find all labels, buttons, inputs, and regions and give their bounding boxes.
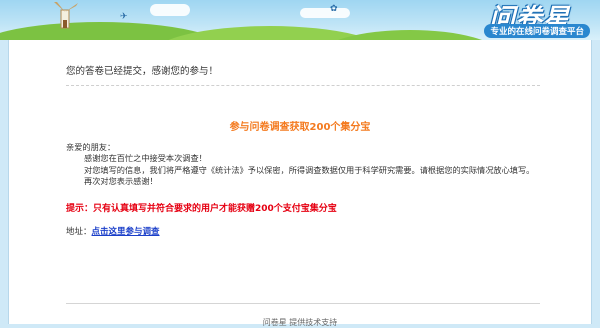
header-banner: ✈ ✿ 问卷星 专业的在线问卷调查平台 [0,0,600,40]
content-panel: 您的答卷已经提交，感谢您的参与！ 参与问卷调查获取200个集分宝 亲爱的朋友： … [8,40,592,327]
letter-line: 再次对您表示感谢！ [84,176,158,187]
divider [66,85,540,86]
letter-line: 感谢您在百忙之中接受本次调查！ [84,153,207,164]
letter-greeting: 亲爱的朋友： [66,142,116,152]
address-row: 地址：点击这里参与调查 [66,225,160,237]
cloud-decoration [300,8,350,18]
thanks-message: 您的答卷已经提交，感谢您的参与！ [66,66,219,77]
tip-text: 提示：只有认真填写并符合要求的用户才能获赠200个支付宝集分宝 [66,204,337,214]
survey-link[interactable]: 点击这里参与调查 [92,227,160,237]
bird-icon: ✈ [120,12,128,22]
slogan-badge: 专业的在线问卷调查平台 [484,24,590,38]
footer-divider [66,303,540,304]
promo-title: 参与问卷调查获取200个集分宝 [229,122,371,133]
flower-icon: ✿ [330,4,338,14]
brand-logo[interactable]: 问卷星 专业的在线问卷调查平台 [430,0,600,40]
windmill-icon [54,2,78,29]
address-label: 地址： [66,227,92,237]
footer-text: 问卷星 提供技术支持 [262,318,338,327]
letter-line: 对您填写的信息，我们将严格遵守《统计法》予以保密，所得调查数据仅用于科学研究需要… [84,164,535,175]
thanks-letter: 亲爱的朋友： 感谢您在百忙之中接受本次调查！ 对您填写的信息，我们将严格遵守《统… [66,142,534,188]
cloud-decoration [150,4,190,16]
